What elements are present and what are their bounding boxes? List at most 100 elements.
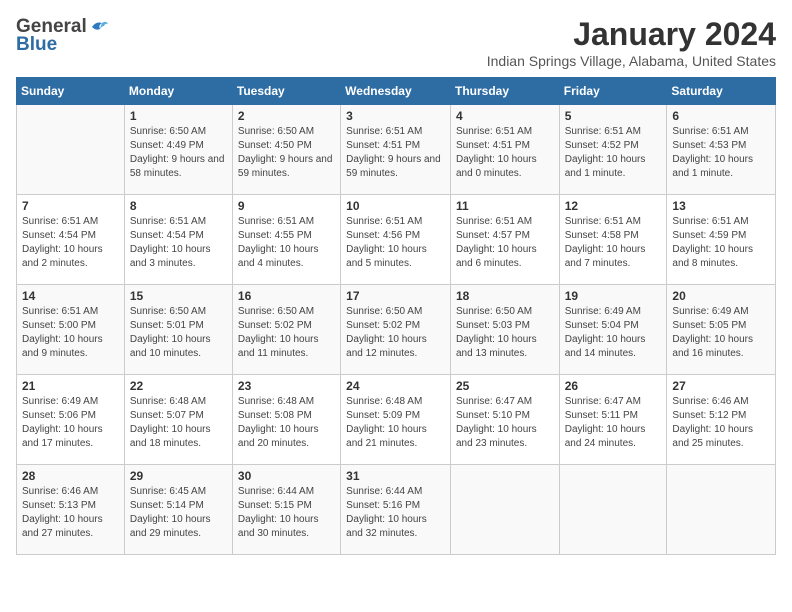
day-number: 21 [22,379,119,393]
day-info: Sunrise: 6:50 AMSunset: 4:50 PMDaylight:… [238,125,335,181]
day-info: Sunrise: 6:51 AMSunset: 5:00 PMDaylight:… [22,305,119,361]
calendar-cell: 12 Sunrise: 6:51 AMSunset: 4:58 PMDayligh… [559,195,667,285]
day-number: 26 [565,379,662,393]
day-number: 17 [346,289,445,303]
day-number: 7 [22,199,119,213]
day-info: Sunrise: 6:46 AMSunset: 5:13 PMDaylight:… [22,485,119,541]
day-number: 3 [346,109,445,123]
day-number: 12 [565,199,662,213]
calendar-cell: 4Sunrise: 6:51 AMSunset: 4:51 PMDaylight… [450,105,559,195]
day-number: 14 [22,289,119,303]
calendar-cell: 10 Sunrise: 6:51 AMSunset: 4:56 PMDayligh… [341,195,451,285]
calendar-cell: 18Sunrise: 6:50 AMSunset: 5:03 PMDayligh… [450,285,559,375]
day-number: 6 [672,109,770,123]
day-info: Sunrise: 6:44 AMSunset: 5:16 PMDaylight:… [346,485,445,541]
day-info: Sunrise: 6:51 AMSunset: 4:56 PMDaylight:… [346,215,445,271]
weekday-header-sunday: Sunday [17,78,125,105]
day-info: Sunrise: 6:51 AMSunset: 4:58 PMDaylight:… [565,215,662,271]
weekday-header-row: SundayMondayTuesdayWednesdayThursdayFrid… [17,78,776,105]
location-title: Indian Springs Village, Alabama, United … [487,53,776,69]
calendar-cell: 21 Sunrise: 6:49 AMSunset: 5:06 PMDayligh… [17,375,125,465]
day-info: Sunrise: 6:47 AMSunset: 5:10 PMDaylight:… [456,395,554,451]
title-section: January 2024 Indian Springs Village, Ala… [487,16,776,69]
calendar-cell: 20 Sunrise: 6:49 AMSunset: 5:05 PMDayligh… [667,285,776,375]
calendar-cell: 25 Sunrise: 6:47 AMSunset: 5:10 PMDayligh… [450,375,559,465]
calendar-cell: 22 Sunrise: 6:48 AMSunset: 5:07 PMDayligh… [124,375,232,465]
day-number: 29 [130,469,227,483]
week-row-1: 1Sunrise: 6:50 AMSunset: 4:49 PMDaylight… [17,105,776,195]
calendar-cell: 5 Sunrise: 6:51 AMSunset: 4:52 PMDaylight… [559,105,667,195]
day-number: 4 [456,109,554,123]
day-info: Sunrise: 6:48 AMSunset: 5:09 PMDaylight:… [346,395,445,451]
day-number: 5 [565,109,662,123]
calendar-table: SundayMondayTuesdayWednesdayThursdayFrid… [16,77,776,555]
weekday-header-saturday: Saturday [667,78,776,105]
day-number: 23 [238,379,335,393]
calendar-cell [667,465,776,555]
calendar-cell: 26 Sunrise: 6:47 AMSunset: 5:11 PMDayligh… [559,375,667,465]
day-number: 22 [130,379,227,393]
day-number: 11 [456,199,554,213]
day-info: Sunrise: 6:48 AMSunset: 5:08 PMDaylight:… [238,395,335,451]
calendar-cell: 3 Sunrise: 6:51 AMSunset: 4:51 PMDaylight… [341,105,451,195]
weekday-header-wednesday: Wednesday [341,78,451,105]
calendar-cell [450,465,559,555]
day-info: Sunrise: 6:50 AMSunset: 5:02 PMDaylight:… [346,305,445,361]
day-info: Sunrise: 6:51 AMSunset: 4:53 PMDaylight:… [672,125,770,181]
day-number: 19 [565,289,662,303]
weekday-header-monday: Monday [124,78,232,105]
calendar-cell [17,105,125,195]
weekday-header-thursday: Thursday [450,78,559,105]
calendar-cell: 7Sunrise: 6:51 AMSunset: 4:54 PMDaylight… [17,195,125,285]
calendar-cell: 19 Sunrise: 6:49 AMSunset: 5:04 PMDayligh… [559,285,667,375]
day-number: 28 [22,469,119,483]
calendar-cell: 24Sunrise: 6:48 AMSunset: 5:09 PMDayligh… [341,375,451,465]
month-title: January 2024 [487,16,776,53]
day-info: Sunrise: 6:51 AMSunset: 4:59 PMDaylight:… [672,215,770,271]
calendar-cell: 11 Sunrise: 6:51 AMSunset: 4:57 PMDayligh… [450,195,559,285]
day-info: Sunrise: 6:49 AMSunset: 5:04 PMDaylight:… [565,305,662,361]
calendar-cell: 17 Sunrise: 6:50 AMSunset: 5:02 PMDayligh… [341,285,451,375]
day-info: Sunrise: 6:49 AMSunset: 5:06 PMDaylight:… [22,395,119,451]
weekday-header-friday: Friday [559,78,667,105]
day-number: 2 [238,109,335,123]
day-number: 13 [672,199,770,213]
calendar-cell: 6 Sunrise: 6:51 AMSunset: 4:53 PMDaylight… [667,105,776,195]
logo-blue: Blue [16,34,57,56]
calendar-cell: 2 Sunrise: 6:50 AMSunset: 4:50 PMDaylight… [232,105,340,195]
day-info: Sunrise: 6:51 AMSunset: 4:54 PMDaylight:… [130,215,227,271]
calendar-cell [559,465,667,555]
day-number: 16 [238,289,335,303]
day-info: Sunrise: 6:47 AMSunset: 5:11 PMDaylight:… [565,395,662,451]
day-number: 25 [456,379,554,393]
day-info: Sunrise: 6:45 AMSunset: 5:14 PMDaylight:… [130,485,227,541]
weekday-header-tuesday: Tuesday [232,78,340,105]
logo-bird-icon [88,18,110,36]
day-info: Sunrise: 6:46 AMSunset: 5:12 PMDaylight:… [672,395,770,451]
calendar-cell: 14 Sunrise: 6:51 AMSunset: 5:00 PMDayligh… [17,285,125,375]
day-number: 30 [238,469,335,483]
calendar-cell: 16Sunrise: 6:50 AMSunset: 5:02 PMDayligh… [232,285,340,375]
day-number: 20 [672,289,770,303]
day-info: Sunrise: 6:50 AMSunset: 4:49 PMDaylight:… [130,125,227,181]
calendar-cell: 29 Sunrise: 6:45 AMSunset: 5:14 PMDayligh… [124,465,232,555]
day-info: Sunrise: 6:51 AMSunset: 4:52 PMDaylight:… [565,125,662,181]
calendar-cell: 13 Sunrise: 6:51 AMSunset: 4:59 PMDayligh… [667,195,776,285]
day-info: Sunrise: 6:48 AMSunset: 5:07 PMDaylight:… [130,395,227,451]
calendar-cell: 8 Sunrise: 6:51 AMSunset: 4:54 PMDaylight… [124,195,232,285]
day-number: 27 [672,379,770,393]
calendar-cell: 15Sunrise: 6:50 AMSunset: 5:01 PMDayligh… [124,285,232,375]
page-header: General Blue January 2024 Indian Springs… [16,16,776,69]
day-info: Sunrise: 6:49 AMSunset: 5:05 PMDaylight:… [672,305,770,361]
week-row-3: 14 Sunrise: 6:51 AMSunset: 5:00 PMDayligh… [17,285,776,375]
day-number: 31 [346,469,445,483]
day-info: Sunrise: 6:44 AMSunset: 5:15 PMDaylight:… [238,485,335,541]
week-row-2: 7 Sunrise: 6:51 AMSunset: 4:54 PMDaylight… [17,195,776,285]
day-info: Sunrise: 6:51 AMSunset: 4:57 PMDaylight:… [456,215,554,271]
day-info: Sunrise: 6:51 AMSunset: 4:51 PMDaylight:… [346,125,445,181]
day-number: 8 [130,199,227,213]
calendar-cell: 1Sunrise: 6:50 AMSunset: 4:49 PMDaylight… [124,105,232,195]
day-number: 10 [346,199,445,213]
calendar-cell: 31 Sunrise: 6:44 AMSunset: 5:16 PMDayligh… [341,465,451,555]
day-info: Sunrise: 6:50 AMSunset: 5:03 PMDaylight:… [456,305,554,361]
